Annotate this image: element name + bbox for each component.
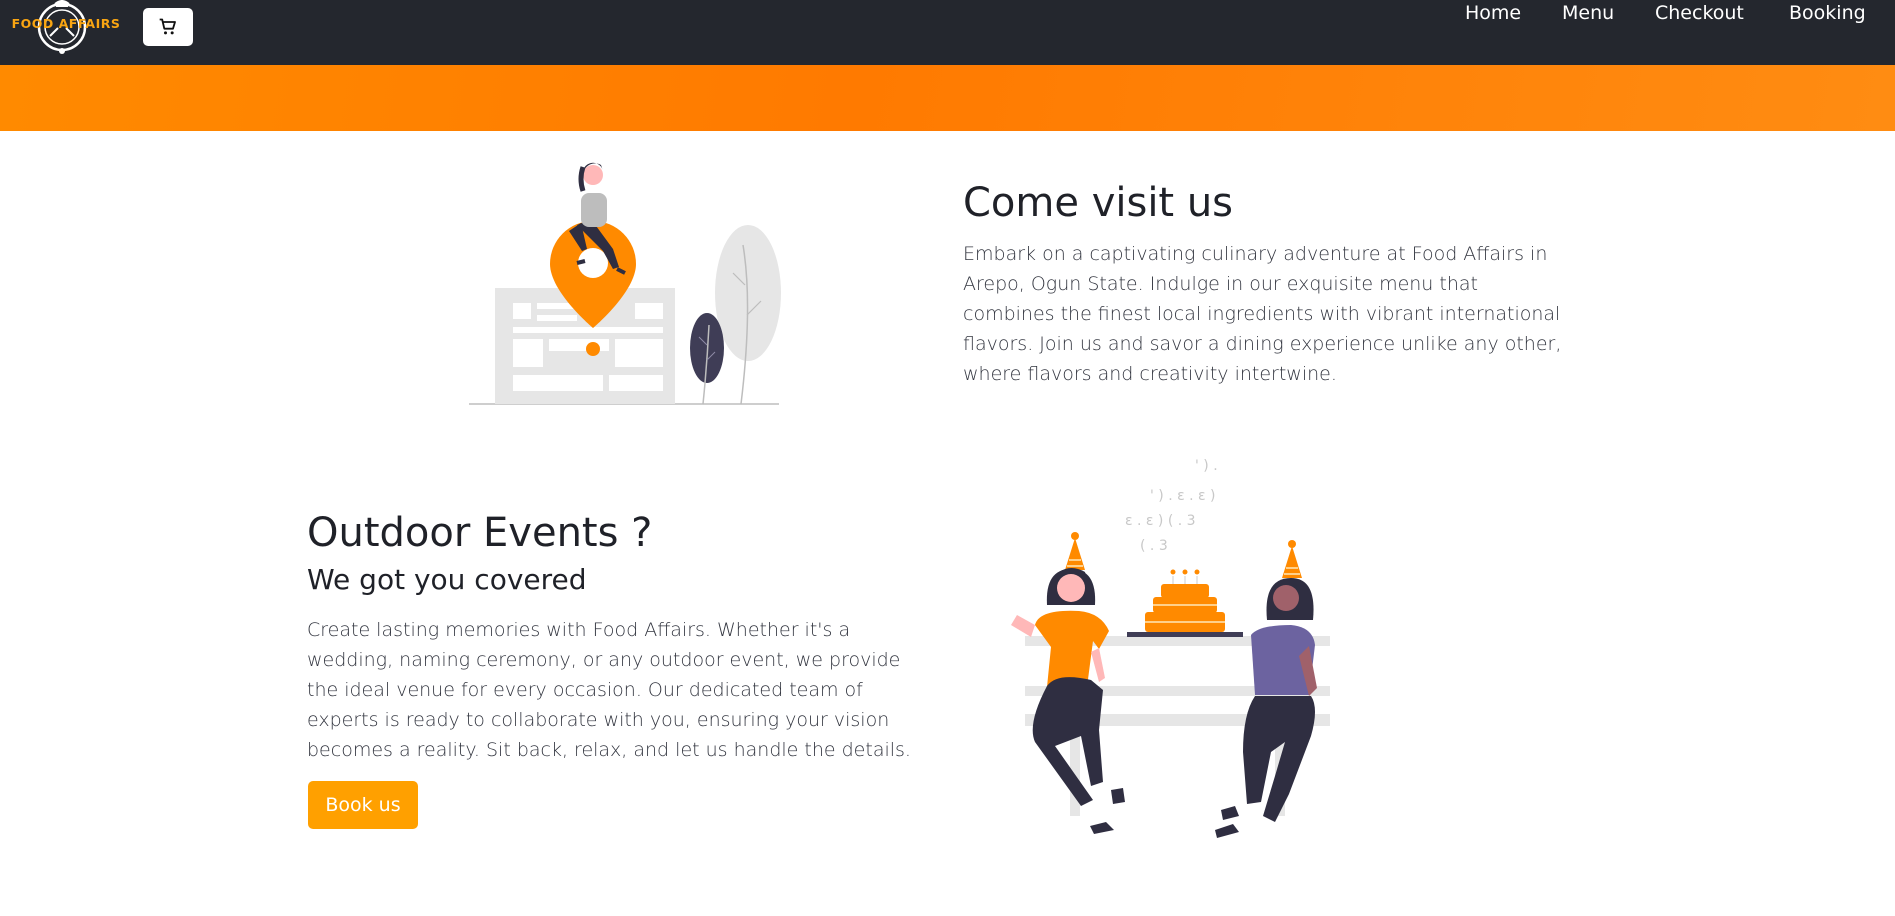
- events-title: Outdoor Events ?: [307, 510, 653, 556]
- events-description: Create lasting memories with Food Affair…: [307, 619, 911, 761]
- nav-menu[interactable]: Menu: [1562, 0, 1614, 26]
- logo-text: FOOD AFFAIRS: [11, 16, 121, 31]
- location-map-illustration: [469, 162, 781, 405]
- svg-text:' ) . ɛ . ɛ ): ' ) . ɛ . ɛ ): [1150, 488, 1216, 504]
- svg-text:' ) .: ' ) .: [1195, 458, 1218, 474]
- cart-icon: [159, 18, 176, 35]
- svg-text:( . 3: ( . 3: [1140, 538, 1168, 554]
- book-us-button[interactable]: Book us: [308, 781, 418, 829]
- visit-description: Embark on a captivating culinary adventu…: [963, 243, 1562, 385]
- cart-button[interactable]: [143, 8, 193, 46]
- visit-title: Come visit us: [963, 180, 1234, 226]
- nav-checkout[interactable]: Checkout: [1655, 0, 1744, 26]
- navbar: FOOD AFFAIRS Home Menu Checkout Booking: [0, 0, 1895, 65]
- hero-banner: [0, 65, 1895, 131]
- svg-text:ɛ . ɛ ) ( . 3: ɛ . ɛ ) ( . 3: [1125, 513, 1196, 529]
- nav-booking[interactable]: Booking: [1789, 0, 1866, 26]
- events-subtitle: We got you covered: [307, 563, 587, 596]
- nav-home[interactable]: Home: [1465, 0, 1521, 26]
- party-illustration: ' ) . ' ) . ɛ . ɛ ) ɛ . ɛ ) ( . 3 ( . 3: [1011, 458, 1330, 838]
- brand-logo[interactable]: FOOD AFFAIRS: [6, 0, 120, 58]
